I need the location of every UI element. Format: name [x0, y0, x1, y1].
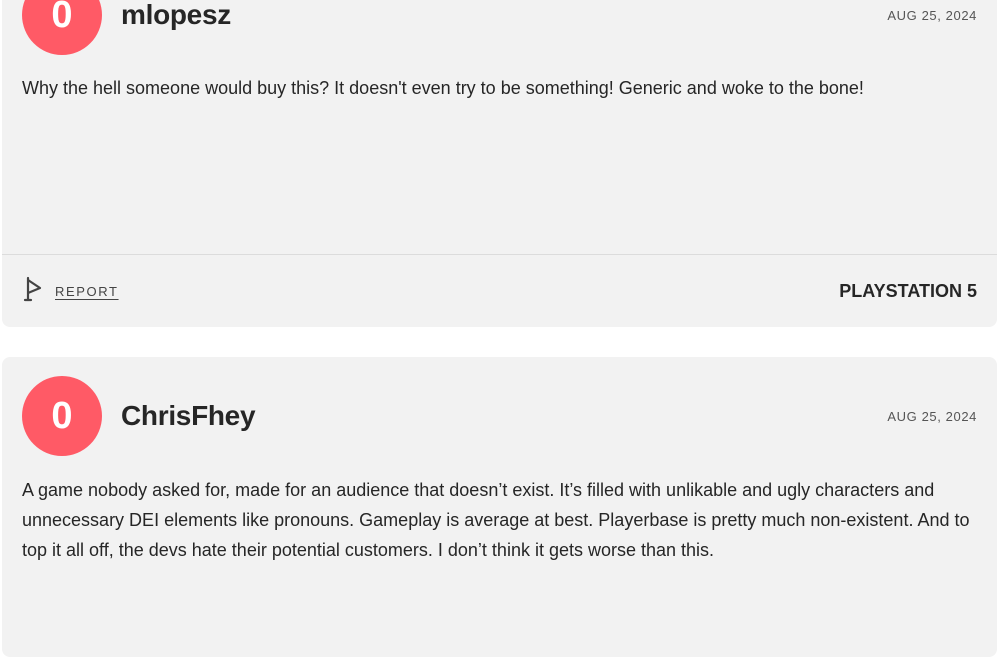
- review-card: 0 ChrisFhey AUG 25, 2024 A game nobody a…: [2, 357, 997, 657]
- review-date: AUG 25, 2024: [887, 408, 977, 424]
- review-header: 0 ChrisFhey AUG 25, 2024: [22, 376, 977, 456]
- review-date: AUG 25, 2024: [887, 7, 977, 23]
- review-text: Why the hell someone would buy this? It …: [22, 78, 864, 98]
- username[interactable]: ChrisFhey: [121, 400, 256, 432]
- user-score-avatar: 0: [22, 376, 102, 456]
- flag-icon: [22, 276, 46, 307]
- review-text: A game nobody asked for, made for an aud…: [22, 480, 970, 560]
- review-header: 0 mlopesz AUG 25, 2024: [22, 0, 977, 55]
- platform-label: PLAYSTATION 5: [839, 280, 977, 301]
- review-card: 0 mlopesz AUG 25, 2024 Why the hell some…: [2, 0, 997, 327]
- user-score-avatar: 0: [22, 0, 102, 55]
- report-button[interactable]: REPORT: [22, 276, 119, 307]
- review-footer: REPORT PLAYSTATION 5: [2, 254, 997, 327]
- report-label: REPORT: [55, 283, 119, 299]
- username[interactable]: mlopesz: [121, 0, 231, 31]
